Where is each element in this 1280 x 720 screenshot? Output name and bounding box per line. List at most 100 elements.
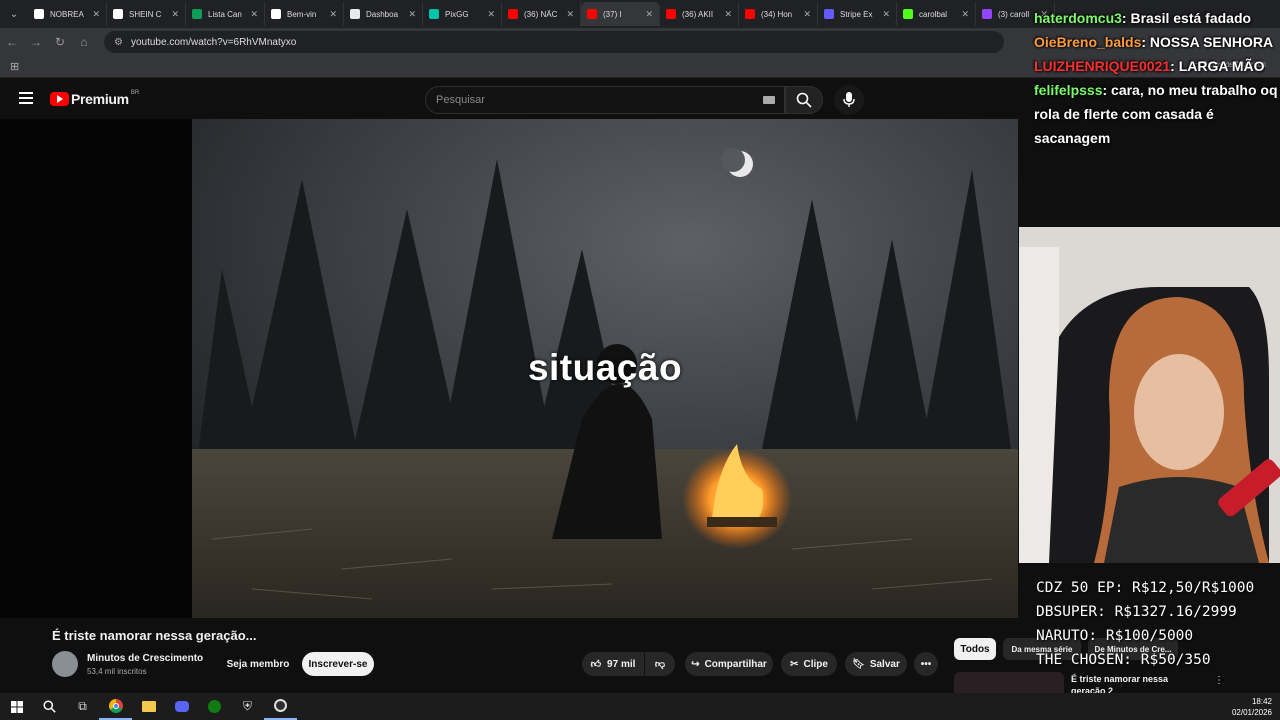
chip-all[interactable]: Todos bbox=[954, 638, 996, 660]
hamburger-menu-icon[interactable] bbox=[19, 92, 33, 104]
task-view-icon[interactable]: ⧉ bbox=[66, 693, 99, 720]
tab-favicon-icon bbox=[745, 9, 755, 19]
chat-text: : NOSSA SENHORA bbox=[1141, 34, 1274, 50]
browser-tab[interactable]: Dashboa ✕ bbox=[344, 2, 423, 26]
taskbar-clock[interactable]: 18:42 02/01/2026 bbox=[1230, 696, 1280, 718]
security-shield-icon[interactable]: ⛨ bbox=[231, 693, 264, 720]
channel-name[interactable]: Minutos de Crescimento bbox=[87, 653, 203, 664]
chat-username: felifelpsss bbox=[1034, 82, 1103, 98]
obs-icon[interactable] bbox=[264, 693, 297, 720]
home-icon[interactable]: ⌂ bbox=[72, 30, 96, 54]
browser-tab[interactable]: Lista Can ✕ bbox=[186, 2, 265, 26]
video-player[interactable]: situação bbox=[192, 119, 1018, 618]
tab-label: carolbal bbox=[919, 9, 948, 19]
browser-tab[interactable]: (36) NÃC ✕ bbox=[502, 2, 581, 26]
webcam-frame bbox=[1019, 227, 1280, 563]
like-button[interactable]: 👍︎ 97 mil bbox=[582, 652, 644, 676]
voice-search-button[interactable] bbox=[834, 85, 864, 115]
tab-close-icon[interactable]: ✕ bbox=[803, 9, 811, 20]
tab-label: Lista Can bbox=[208, 9, 242, 19]
player-letterbox bbox=[0, 119, 192, 618]
donation-goals: CDZ 50 EP: R$12,50/R$1000 DBSUPER: R$132… bbox=[1036, 576, 1280, 672]
windows-taskbar: ⧉ ⛨ 18:42 02/01/2026 bbox=[0, 693, 1280, 720]
channel-avatar[interactable] bbox=[52, 651, 78, 677]
tab-label: PixGG bbox=[445, 9, 469, 19]
chrome-icon[interactable] bbox=[99, 693, 132, 720]
reload-icon[interactable]: ↻ bbox=[48, 30, 72, 54]
tab-favicon-icon bbox=[429, 9, 439, 19]
tab-close-icon[interactable]: ✕ bbox=[961, 9, 969, 20]
next-video-title[interactable]: É triste namorar nessa geração 2 bbox=[1071, 673, 1201, 693]
search-input[interactable]: Pesquisar bbox=[425, 86, 785, 114]
goal-line: NARUTO: R$100/5000 bbox=[1036, 628, 1194, 644]
browser-tab[interactable]: NOBREA ✕ bbox=[28, 2, 107, 26]
tab-favicon-icon bbox=[113, 9, 123, 19]
thumbs-up-icon: 👍︎ bbox=[590, 659, 602, 670]
search-button[interactable] bbox=[785, 86, 823, 114]
windows-start-icon[interactable] bbox=[0, 693, 33, 720]
browser-tab[interactable]: Stripe Ex ✕ bbox=[818, 2, 897, 26]
site-info-icon[interactable]: ⚙ bbox=[114, 37, 123, 48]
browser-tab[interactable]: (34) Hon ✕ bbox=[739, 2, 818, 26]
discord-icon[interactable] bbox=[165, 693, 198, 720]
join-button[interactable]: Seja membro bbox=[222, 652, 294, 676]
dislike-button[interactable]: 👎︎ bbox=[645, 652, 675, 676]
next-video-menu-icon[interactable]: ⋮ bbox=[1214, 675, 1224, 686]
streamer-webcam bbox=[1019, 227, 1280, 563]
chat-text: : Brasil está fadado bbox=[1121, 10, 1252, 26]
url-field[interactable]: ⚙ youtube.com/watch?v=6RhVMnatyxo bbox=[104, 31, 1004, 53]
url-text: youtube.com/watch?v=6RhVMnatyxo bbox=[130, 36, 297, 48]
more-horizontal-icon: ••• bbox=[920, 658, 932, 670]
tab-close-icon[interactable]: ✕ bbox=[487, 9, 495, 20]
share-button[interactable]: ↪ Compartilhar bbox=[685, 652, 773, 676]
goal-line: DBSUPER: R$1327.16/2999 bbox=[1036, 604, 1237, 620]
forward-icon[interactable]: → bbox=[24, 30, 48, 54]
youtube-logo[interactable]: Premium BR bbox=[50, 90, 139, 107]
save-button[interactable]: 🔖︎ Salvar bbox=[845, 652, 907, 676]
tab-label: (36) AKII bbox=[682, 9, 714, 19]
chat-message: OieBreno_balds: NOSSA SENHORA bbox=[1030, 30, 1280, 54]
tab-label: (37) I bbox=[603, 9, 622, 19]
browser-tab[interactable]: carolbal ✕ bbox=[897, 2, 976, 26]
subscribe-button[interactable]: Inscrever-se bbox=[302, 652, 374, 676]
tab-close-icon[interactable]: ✕ bbox=[408, 9, 416, 20]
tab-close-icon[interactable]: ✕ bbox=[645, 9, 653, 20]
more-actions-button[interactable]: ••• bbox=[914, 652, 938, 676]
tab-close-icon[interactable]: ✕ bbox=[724, 9, 732, 20]
file-explorer-icon[interactable] bbox=[132, 693, 165, 720]
thumbs-down-icon: 👎︎ bbox=[654, 659, 666, 670]
tab-close-icon[interactable]: ✕ bbox=[92, 9, 100, 20]
xbox-icon[interactable] bbox=[198, 693, 231, 720]
apps-grid-icon[interactable]: ⊞ bbox=[10, 60, 19, 73]
tab-close-icon[interactable]: ✕ bbox=[329, 9, 337, 20]
clock-time: 18:42 bbox=[1251, 696, 1272, 706]
tab-favicon-icon bbox=[666, 9, 676, 19]
video-caption: situação bbox=[527, 347, 683, 388]
browser-tab[interactable]: (37) I ✕ bbox=[581, 2, 660, 26]
clock-date: 02/01/2026 bbox=[1231, 707, 1272, 717]
browser-tab[interactable]: PixGG ✕ bbox=[423, 2, 502, 26]
chat-username: haterdomcu3 bbox=[1034, 10, 1122, 26]
tab-favicon-icon bbox=[350, 9, 360, 19]
tab-close-icon[interactable]: ✕ bbox=[250, 9, 258, 20]
next-video-thumbnail[interactable] bbox=[954, 672, 1064, 693]
tab-close-icon[interactable]: ✕ bbox=[566, 9, 574, 20]
tab-close-icon[interactable]: ✕ bbox=[882, 9, 890, 20]
clip-button[interactable]: ✂ Clipe bbox=[781, 652, 837, 676]
back-icon[interactable]: ← bbox=[0, 30, 24, 54]
tab-search-icon[interactable]: ⌄ bbox=[0, 0, 28, 28]
tab-label: Stripe Ex bbox=[840, 9, 873, 19]
goal-line: THE CHOSEN: R$50/350 bbox=[1036, 652, 1211, 668]
chat-message: LUIZHENRIQUE0021: LARGA MÃO bbox=[1030, 54, 1280, 78]
tab-label: Dashboa bbox=[366, 9, 399, 19]
keyboard-icon[interactable] bbox=[763, 96, 775, 104]
tab-label: (36) NÃC bbox=[524, 9, 558, 19]
tab-close-icon[interactable]: ✕ bbox=[171, 9, 179, 20]
browser-tab[interactable]: SHEIN C ✕ bbox=[107, 2, 186, 26]
taskbar-search-icon[interactable] bbox=[33, 693, 66, 720]
chat-message: felifelpsss: cara, no meu trabalho oq ro… bbox=[1030, 78, 1280, 150]
chat-username: OieBreno_balds bbox=[1034, 34, 1142, 50]
tab-favicon-icon bbox=[824, 9, 834, 19]
browser-tab[interactable]: Bem-vin ✕ bbox=[265, 2, 344, 26]
browser-tab[interactable]: (36) AKII ✕ bbox=[660, 2, 739, 26]
